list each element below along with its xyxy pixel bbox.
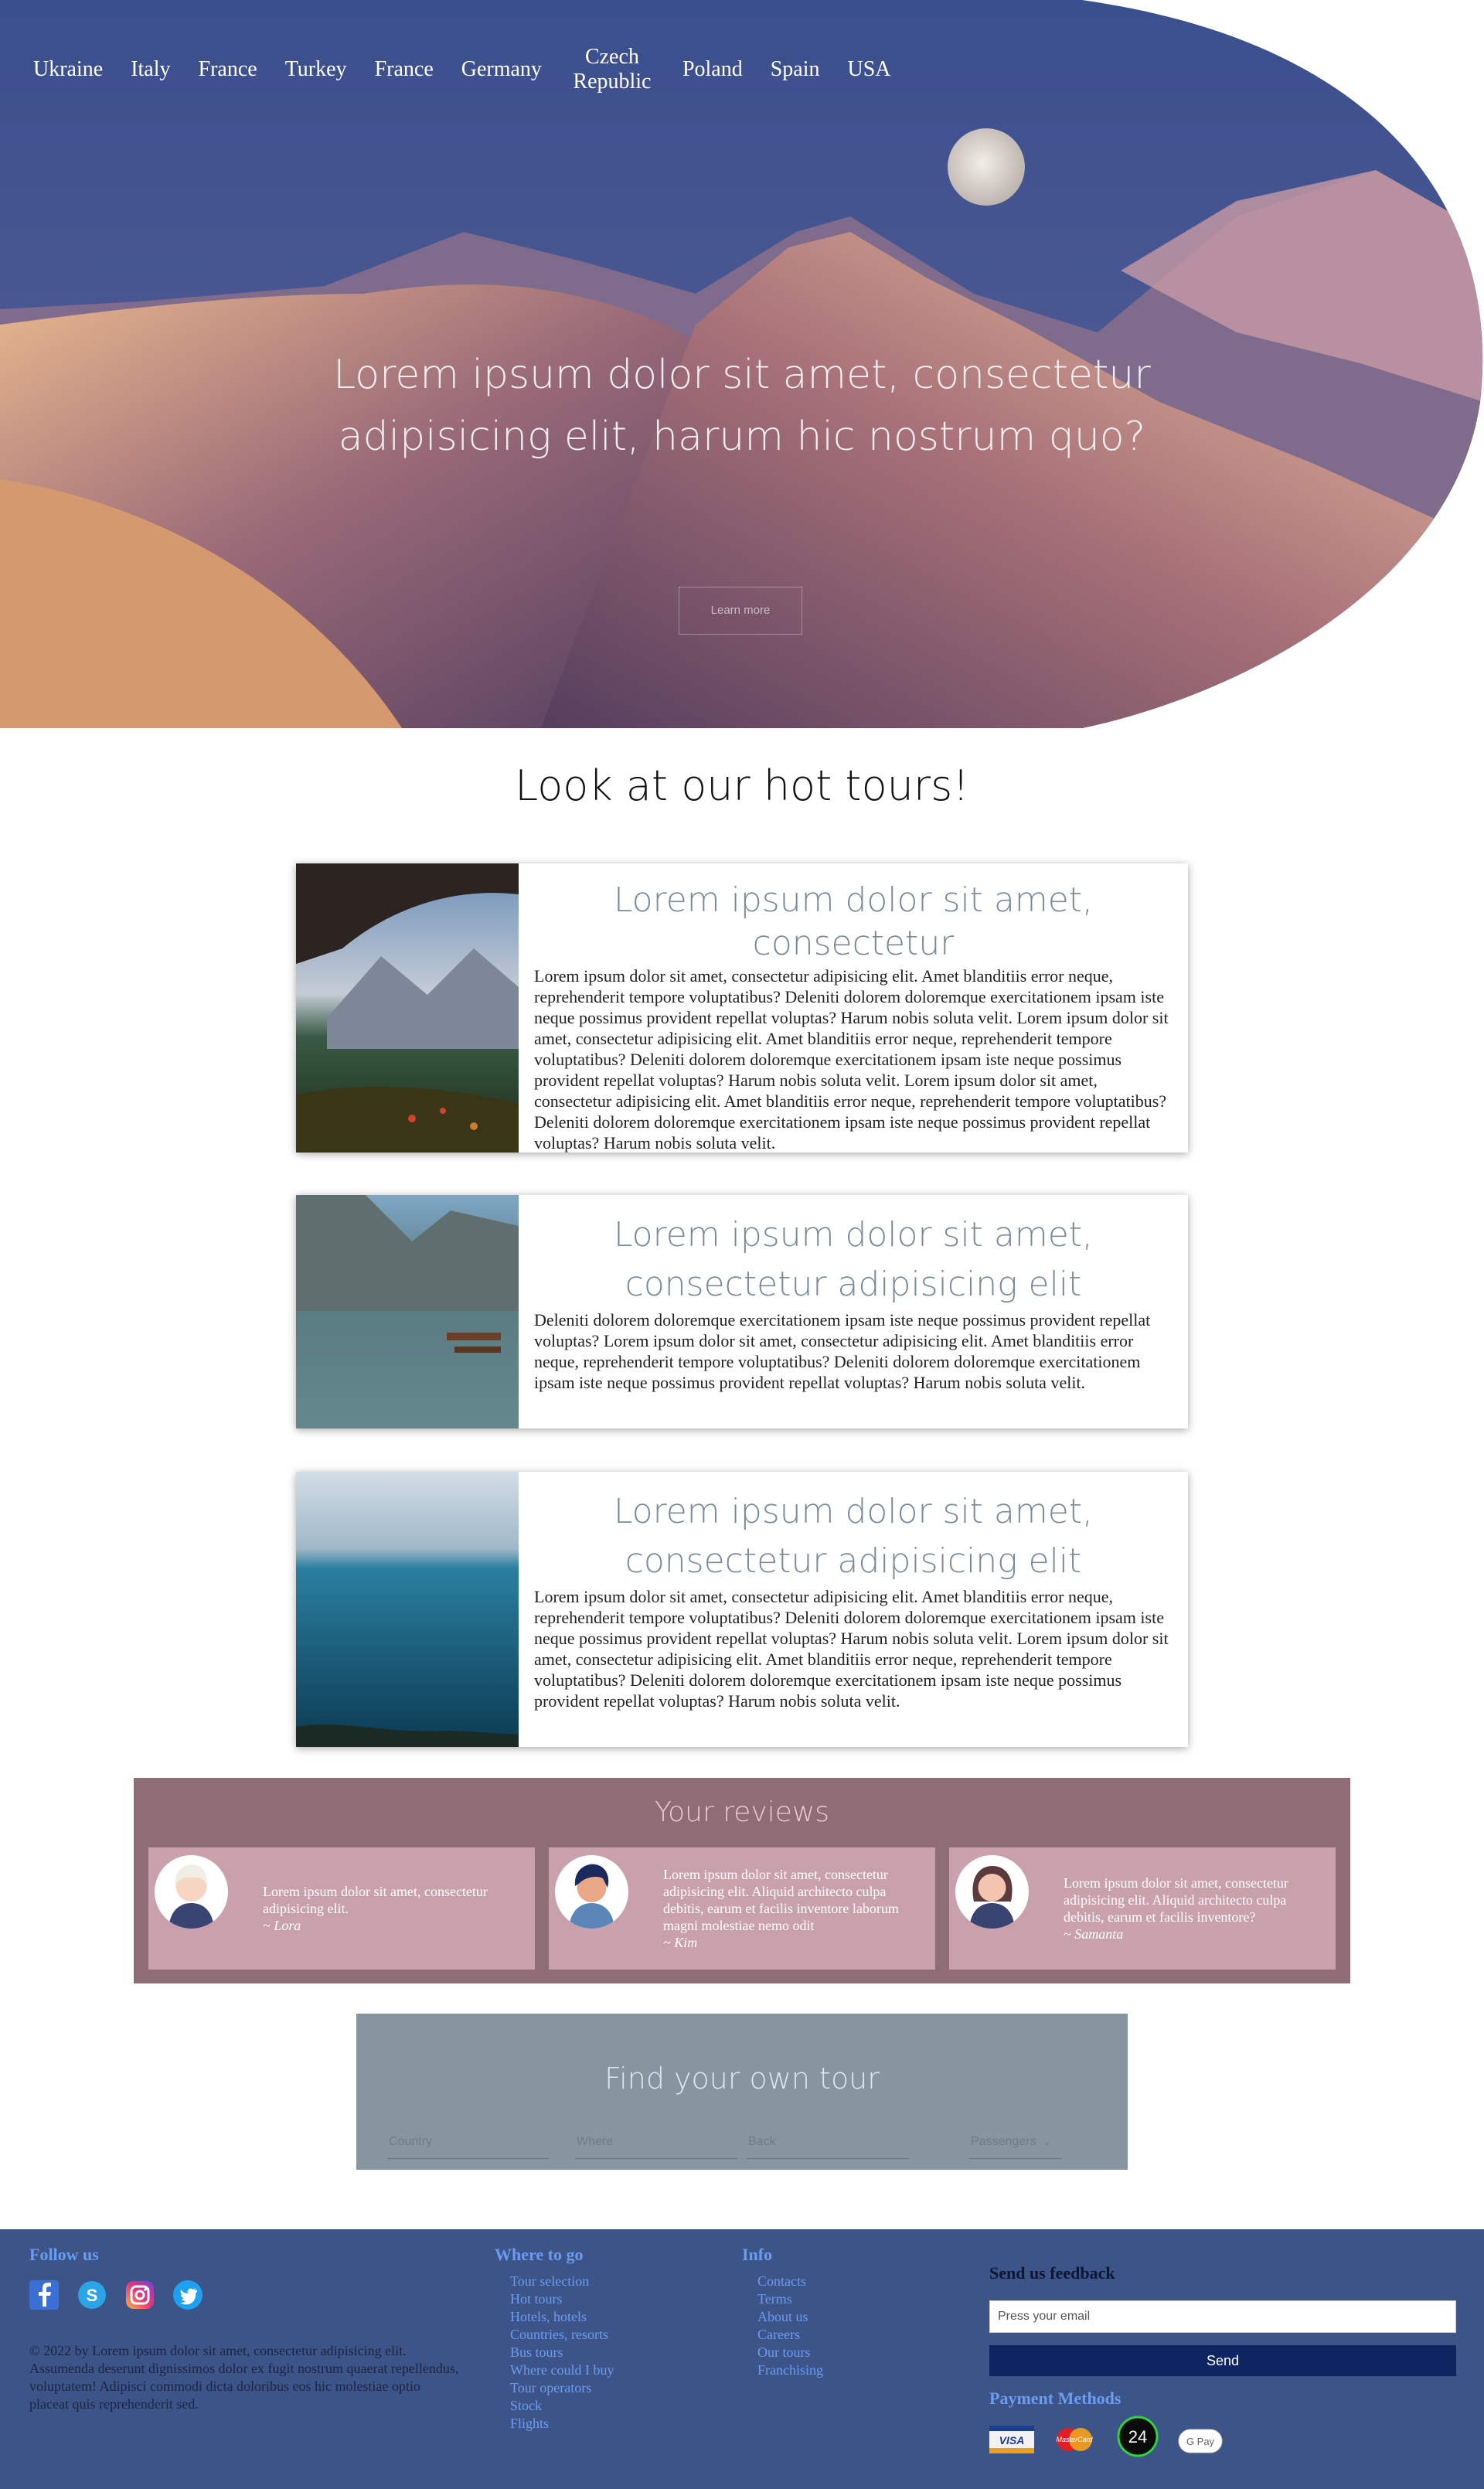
gpay-icon: G Pay [1178, 2429, 1223, 2453]
nav-item-turkey[interactable]: Turkey [281, 57, 351, 82]
avatar [155, 1855, 228, 1929]
nav-item-france[interactable]: France [195, 57, 261, 82]
footer-link[interactable]: Hotels, hotels [510, 2308, 614, 2326]
footer-link[interactable]: Franchising [757, 2361, 823, 2379]
hero: Ukraine Italy France Turkey France Germa… [0, 0, 1484, 728]
footer: Follow us S © 2022 by Lorem ipsum dolor … [0, 2229, 1484, 2489]
gpay-label: G Pay [1186, 2436, 1215, 2447]
nav-item-ukraine[interactable]: Ukraine [29, 57, 107, 82]
feedback-heading: Send us feedback [989, 2263, 1115, 2283]
footer-link[interactable]: Tour operators [510, 2379, 614, 2397]
back-input[interactable]: Back [747, 2128, 909, 2159]
nav-item-czech-republic[interactable]: Czech Republic [566, 45, 659, 94]
tour-title[interactable]: Lorem ipsum dolor sit amet, consectetur … [534, 1210, 1173, 1309]
tour-body: Lorem ipsum dolor sit amet, consectetur … [519, 1195, 1188, 1428]
copyright-text: © 2022 by Lorem ipsum dolor sit amet, co… [29, 2343, 459, 2412]
review-text: Lorem ipsum dolor sit amet, consectetur … [663, 1867, 899, 1933]
send-button[interactable]: Send [989, 2345, 1456, 2376]
skype-icon[interactable]: S [76, 2279, 108, 2311]
review-author: ~ Lora [263, 1918, 301, 1933]
twitter-icon[interactable] [172, 2279, 204, 2311]
facebook-icon[interactable] [28, 2279, 60, 2311]
nav-item-germany[interactable]: Germany [458, 57, 546, 82]
reviews-section: Your reviews Lorem ipsum dolor sit amet,… [134, 1778, 1350, 1983]
tour-text: Lorem ipsum dolor sit amet, consectetur … [534, 1587, 1169, 1711]
tour-image [296, 1472, 519, 1747]
nav-item-france-2[interactable]: France [371, 57, 437, 82]
review-card: Lorem ipsum dolor sit amet, consectetur … [148, 1847, 535, 1970]
payment-24-label: 24 [1128, 2427, 1147, 2446]
avatar [955, 1855, 1029, 1929]
review-text-block: Lorem ipsum dolor sit amet, consectetur … [1064, 1847, 1320, 1970]
nav-item-poland[interactable]: Poland [679, 57, 747, 82]
svg-text:S: S [87, 2286, 98, 2305]
top-nav: Ukraine Italy France Turkey France Germa… [29, 45, 895, 94]
country-input[interactable]: Country [387, 2128, 550, 2159]
email-field[interactable]: Press your email [989, 2300, 1456, 2333]
review-card: Lorem ipsum dolor sit amet, consectetur … [949, 1847, 1336, 1970]
tour-title[interactable]: Lorem ipsum dolor sit amet, consectetur [534, 879, 1173, 965]
tour-image [296, 863, 519, 1153]
tour-text: Deleniti dolorem doloremque exercitation… [534, 1310, 1151, 1392]
tour-card: Lorem ipsum dolor sit amet, consectetur … [296, 1472, 1188, 1747]
follow-us-heading: Follow us [29, 2245, 99, 2264]
chevron-down-icon: ⌄ [1042, 2136, 1051, 2147]
footer-link[interactable]: Hot tours [510, 2290, 614, 2308]
find-tour-title: Find your own tour [604, 2062, 880, 2096]
svg-text:VISA: VISA [999, 2434, 1025, 2446]
footer-link[interactable]: Careers [757, 2326, 823, 2344]
learn-more-button[interactable]: Learn more [679, 587, 802, 635]
tour-card: Lorem ipsum dolor sit amet, consectetur … [296, 1195, 1188, 1428]
review-author: ~ Kim [663, 1935, 698, 1950]
find-tour-section: Find your own tour Country Where Back Pa… [356, 2014, 1128, 2170]
nav-item-spain[interactable]: Spain [767, 57, 824, 82]
tour-body: Lorem ipsum dolor sit amet, consectetur … [519, 1472, 1188, 1747]
where-to-go-links: Tour selection Hot tours Hotels, hotels … [510, 2273, 614, 2433]
info-heading: Info [742, 2245, 773, 2264]
review-card: Lorem ipsum dolor sit amet, consectetur … [549, 1847, 935, 1970]
instagram-icon[interactable] [124, 2279, 156, 2311]
avatar [555, 1855, 628, 1929]
where-to-go-heading: Where to go [495, 2245, 584, 2264]
footer-link[interactable]: Terms [757, 2290, 823, 2308]
footer-link[interactable]: Tour selection [510, 2273, 614, 2290]
tour-card: Lorem ipsum dolor sit amet, consectetur … [296, 863, 1188, 1153]
footer-link[interactable]: Where could I buy [510, 2361, 614, 2379]
review-text-block: Lorem ipsum dolor sit amet, consectetur … [263, 1847, 519, 1970]
tour-text: Lorem ipsum dolor sit amet, consectetur … [534, 966, 1169, 1153]
review-text: Lorem ipsum dolor sit amet, consectetur … [1064, 1875, 1288, 1925]
nav-item-italy[interactable]: Italy [127, 57, 174, 82]
footer-link[interactable]: Flights [510, 2415, 614, 2433]
tour-body: Lorem ipsum dolor sit amet, consectetur … [519, 863, 1188, 1153]
payment-methods-heading: Payment Methods [989, 2389, 1122, 2408]
info-links: Contacts Terms About us Careers Our tour… [757, 2273, 823, 2379]
footer-link[interactable]: Contacts [757, 2273, 823, 2290]
review-text: Lorem ipsum dolor sit amet, consectetur … [263, 1884, 488, 1916]
passengers-select[interactable]: Passengers ⌄ [969, 2128, 1062, 2159]
mastercard-icon: MasterCard [1056, 2428, 1093, 2451]
hot-tours-title: Look at our hot tours! [515, 761, 969, 810]
footer-link[interactable]: Bus tours [510, 2344, 614, 2361]
footer-link[interactable]: Stock [510, 2397, 614, 2415]
svg-text:MasterCard: MasterCard [1056, 2436, 1093, 2443]
reviews-title: Your reviews [654, 1796, 830, 1828]
tour-title[interactable]: Lorem ipsum dolor sit amet, consectetur … [534, 1487, 1173, 1586]
review-author: ~ Samanta [1064, 1926, 1124, 1942]
nav-item-usa[interactable]: USA [844, 57, 895, 82]
hero-title: Lorem ipsum dolor sit amet, consectetur … [333, 352, 1151, 460]
footer-link[interactable]: Our tours [757, 2344, 823, 2361]
passengers-label: Passengers [971, 2135, 1036, 2148]
tour-image [296, 1195, 519, 1428]
footer-link[interactable]: Countries, resorts [510, 2326, 614, 2344]
visa-icon: VISA [989, 2426, 1034, 2453]
review-text-block: Lorem ipsum dolor sit amet, consectetur … [663, 1847, 920, 1970]
where-input[interactable]: Where [575, 2128, 737, 2159]
payment-24-icon: 24 [1117, 2416, 1159, 2457]
footer-link[interactable]: About us [757, 2308, 823, 2326]
